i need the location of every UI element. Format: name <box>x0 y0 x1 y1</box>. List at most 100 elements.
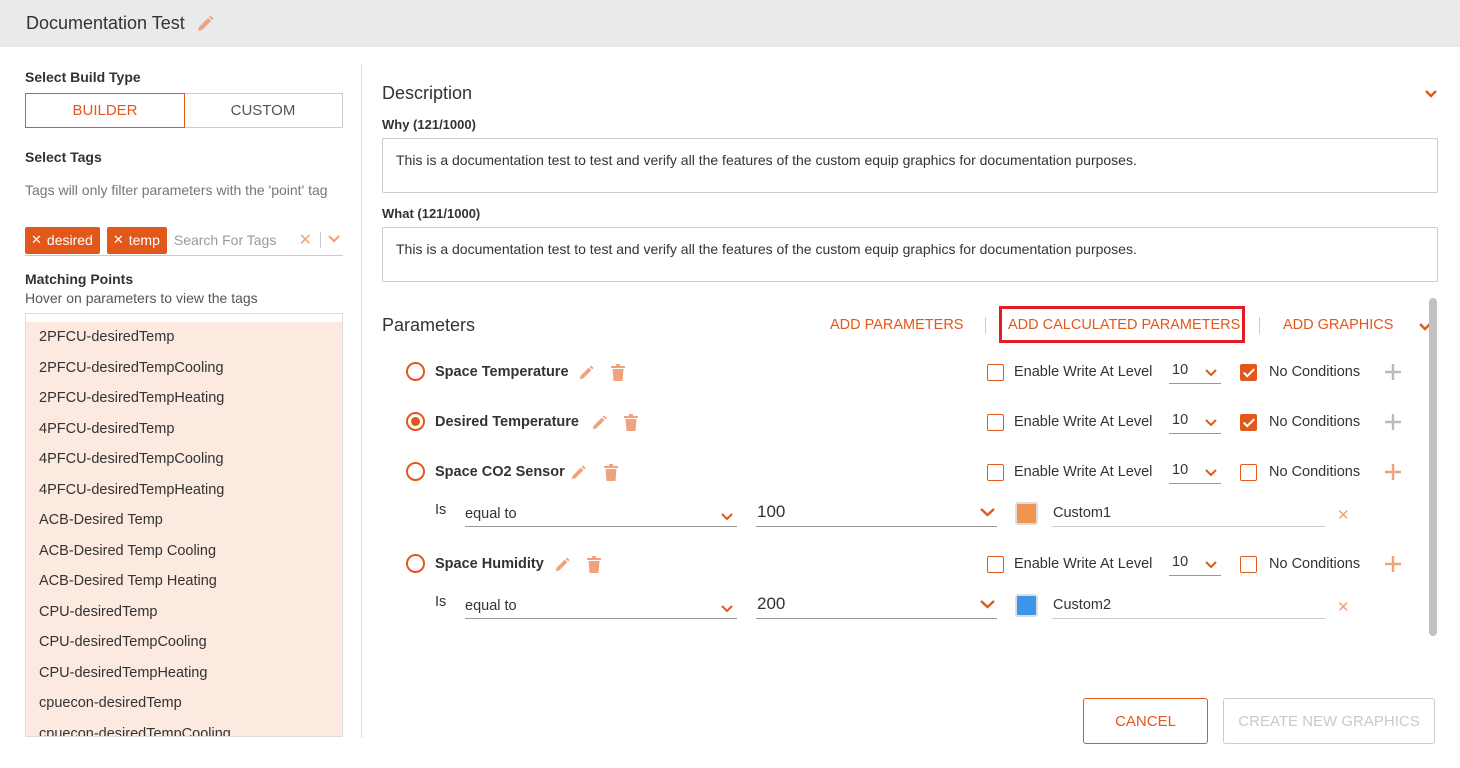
enable-write-label: Enable Write At Level <box>1014 556 1153 572</box>
list-item[interactable]: 4PFCU-desiredTemp <box>26 414 342 445</box>
enable-write-checkbox[interactable] <box>987 414 1004 431</box>
separator <box>1259 317 1260 334</box>
create-new-graphics-button[interactable]: CREATE NEW GRAPHICS <box>1223 698 1435 744</box>
delete-parameter-icon[interactable] <box>604 464 618 486</box>
add-condition-icon[interactable] <box>1384 555 1402 578</box>
condition-value-select[interactable]: 200 <box>756 591 997 619</box>
operator-value: equal to <box>465 598 517 614</box>
build-type-toggle: BUILDER CUSTOM <box>25 93 343 128</box>
enable-write-checkbox[interactable] <box>987 556 1004 573</box>
no-conditions-checkbox[interactable] <box>1240 364 1257 381</box>
delete-parameter-icon[interactable] <box>587 556 601 578</box>
level-select[interactable]: 10 <box>1169 360 1221 384</box>
tag-chip[interactable]: ✕ desired <box>25 226 100 254</box>
parameter-radio[interactable] <box>406 462 425 481</box>
add-graphics-link[interactable]: ADD GRAPHICS <box>1283 317 1393 333</box>
color-swatch[interactable] <box>1015 594 1038 617</box>
collapse-description-icon[interactable] <box>1424 86 1438 104</box>
parameter-row-space-temperature: Space Temperature Enable Write At Level … <box>382 358 1422 388</box>
no-conditions-label: No Conditions <box>1269 414 1361 430</box>
select-tags-label: Select Tags <box>25 149 102 165</box>
parameter-row-space-co2-sensor: Space CO2 Sensor Enable Write At Level 1… <box>382 458 1422 488</box>
remove-tag-icon[interactable]: ✕ <box>113 232 124 248</box>
list-top-gap <box>26 314 342 322</box>
enable-write-label: Enable Write At Level <box>1014 364 1153 380</box>
tags-hint: Tags will only filter parameters with th… <box>25 182 328 198</box>
enable-write-checkbox[interactable] <box>987 364 1004 381</box>
list-item[interactable]: cpuecon-desiredTemp <box>26 688 342 719</box>
list-item[interactable]: ACB-Desired Temp Cooling <box>26 536 342 567</box>
level-value: 10 <box>1172 554 1189 570</box>
color-swatch[interactable] <box>1015 502 1038 525</box>
matching-points-list[interactable]: 2PFCU-desiredTemp 2PFCU-desiredTempCooli… <box>25 313 343 737</box>
list-item[interactable]: 2PFCU-desiredTemp <box>26 322 342 353</box>
remove-condition-icon[interactable]: ✕ <box>1337 506 1350 524</box>
condition-value: 200 <box>757 594 786 613</box>
add-condition-icon[interactable] <box>1384 413 1402 436</box>
condition-value-select[interactable]: 100 <box>756 499 997 527</box>
parameter-name: Space CO2 Sensor <box>435 464 565 480</box>
condition-label-input[interactable]: Custom2 <box>1052 593 1325 619</box>
remove-condition-icon[interactable]: ✕ <box>1337 598 1350 616</box>
enable-write-checkbox[interactable] <box>987 464 1004 481</box>
condition-label-value: Custom2 <box>1053 597 1112 613</box>
condition-row: Is equal to 100 Custom1 ✕ <box>382 498 1422 528</box>
list-item[interactable]: cpuecon-desiredTempCooling <box>26 719 342 737</box>
no-conditions-label: No Conditions <box>1269 464 1361 480</box>
add-parameters-link[interactable]: ADD PARAMETERS <box>830 317 963 333</box>
parameter-name: Space Humidity <box>435 556 544 572</box>
remove-tag-icon[interactable]: ✕ <box>31 232 42 248</box>
tag-chip[interactable]: ✕ temp <box>106 226 167 254</box>
add-condition-icon[interactable] <box>1384 463 1402 486</box>
list-item[interactable]: 2PFCU-desiredTempHeating <box>26 383 342 414</box>
level-select[interactable]: 10 <box>1169 410 1221 434</box>
edit-parameter-icon[interactable] <box>569 464 587 487</box>
edit-title-icon[interactable] <box>195 14 215 34</box>
list-item[interactable]: 4PFCU-desiredTempCooling <box>26 444 342 475</box>
add-calculated-parameters-link[interactable]: ADD CALCULATED PARAMETERS <box>1008 317 1240 333</box>
edit-parameter-icon[interactable] <box>553 556 571 579</box>
condition-label-input[interactable]: Custom1 <box>1052 501 1325 527</box>
divider <box>320 232 321 248</box>
parameter-radio[interactable] <box>406 362 425 381</box>
parameter-radio[interactable] <box>406 554 425 573</box>
clear-tags-icon[interactable]: ✕ <box>299 230 312 250</box>
what-textarea[interactable]: This is a documentation test to test and… <box>382 227 1438 282</box>
no-conditions-checkbox[interactable] <box>1240 464 1257 481</box>
level-select[interactable]: 10 <box>1169 460 1221 484</box>
list-item[interactable]: ACB-Desired Temp Heating <box>26 566 342 597</box>
edit-parameter-icon[interactable] <box>590 414 608 437</box>
parameters-scrollbar[interactable] <box>1429 298 1437 636</box>
add-condition-icon[interactable] <box>1384 363 1402 386</box>
edit-parameter-icon[interactable] <box>577 364 595 387</box>
enable-write-label: Enable Write At Level <box>1014 414 1153 430</box>
why-textarea[interactable]: This is a documentation test to test and… <box>382 138 1438 193</box>
builder-button[interactable]: BUILDER <box>25 93 185 128</box>
list-item[interactable]: CPU-desiredTemp <box>26 597 342 628</box>
parameter-radio[interactable] <box>406 412 425 431</box>
no-conditions-checkbox[interactable] <box>1240 414 1257 431</box>
is-label: Is <box>435 594 447 610</box>
delete-parameter-icon[interactable] <box>611 364 625 386</box>
description-title: Description <box>382 83 473 103</box>
matching-points-label: Matching Points <box>25 271 134 287</box>
list-item[interactable]: 2PFCU-desiredTempCooling <box>26 353 342 384</box>
tag-chip-label: desired <box>46 232 93 248</box>
list-item[interactable]: 4PFCU-desiredTempHeating <box>26 475 342 506</box>
cancel-button[interactable]: CANCEL <box>1083 698 1208 744</box>
condition-label-value: Custom1 <box>1053 505 1112 521</box>
list-item[interactable]: CPU-desiredTempHeating <box>26 658 342 689</box>
no-conditions-checkbox[interactable] <box>1240 556 1257 573</box>
chevron-down-icon[interactable] <box>327 231 341 249</box>
build-type-label: Select Build Type <box>25 69 141 85</box>
list-item[interactable]: CPU-desiredTempCooling <box>26 627 342 658</box>
operator-select[interactable]: equal to <box>465 593 737 619</box>
custom-button[interactable]: CUSTOM <box>184 94 342 127</box>
is-label: Is <box>435 502 447 518</box>
delete-parameter-icon[interactable] <box>624 414 638 436</box>
list-item[interactable]: ACB-Desired Temp <box>26 505 342 536</box>
tag-search-input[interactable]: Search For Tags <box>174 232 299 248</box>
level-select[interactable]: 10 <box>1169 552 1221 576</box>
tag-selector[interactable]: ✕ desired ✕ temp Search For Tags ✕ <box>25 225 343 256</box>
operator-select[interactable]: equal to <box>465 501 737 527</box>
